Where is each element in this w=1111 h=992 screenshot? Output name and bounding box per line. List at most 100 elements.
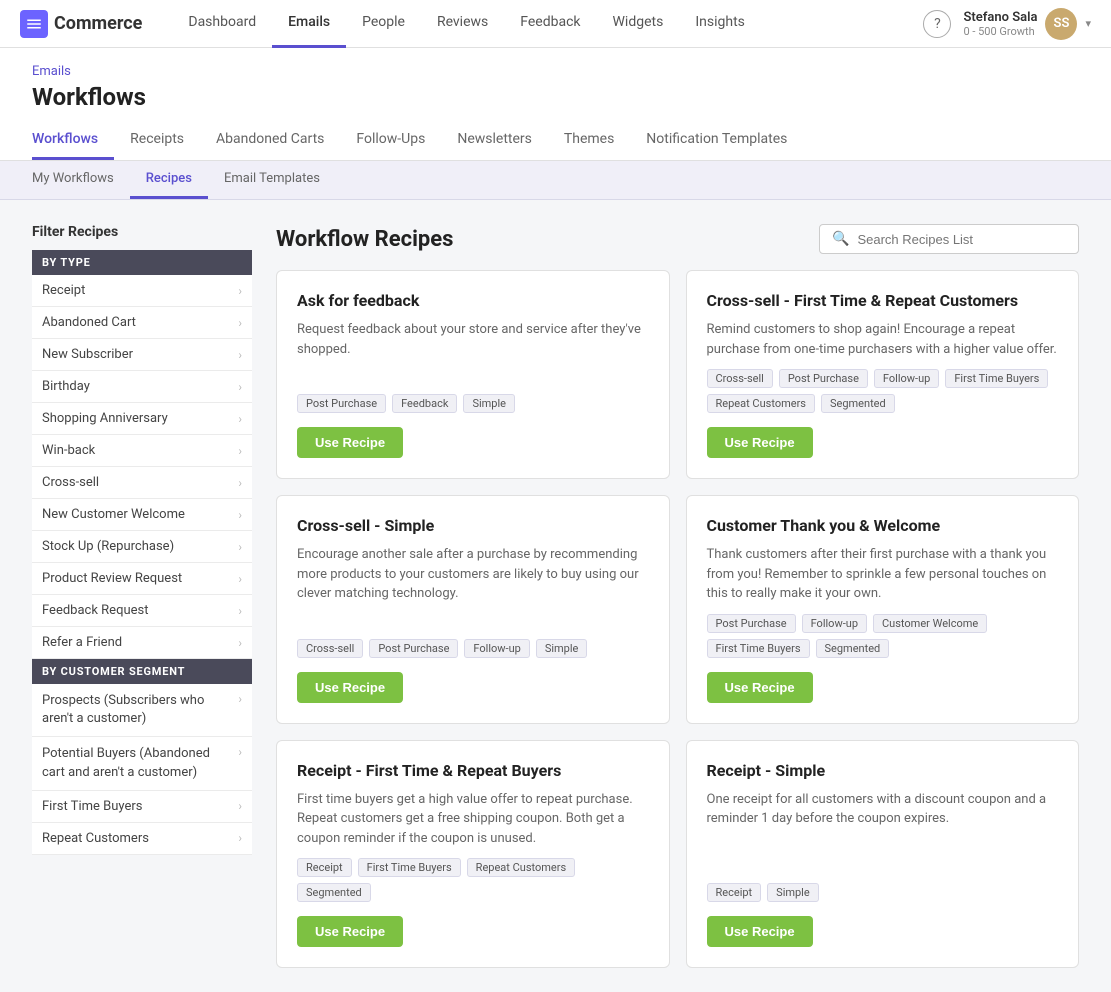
help-icon[interactable]: ? <box>923 10 951 38</box>
tabs-row: Workflows Receipts Abandoned Carts Follo… <box>32 123 1079 160</box>
tag-repeat-1: Repeat Customers <box>707 394 815 413</box>
brand-logo[interactable]: Commerce <box>20 10 142 38</box>
tag-segmented-1: Segmented <box>821 394 895 413</box>
recipe-tags-3: Post Purchase Follow-up Customer Welcome… <box>707 614 1059 658</box>
recipe-title-4: Receipt - First Time & Repeat Buyers <box>297 761 649 780</box>
subtab-recipes[interactable]: Recipes <box>130 161 208 199</box>
recipe-title-3: Customer Thank you & Welcome <box>707 516 1059 535</box>
subtab-email-templates[interactable]: Email Templates <box>208 161 336 199</box>
sub-header: Emails Workflows Workflows Receipts Aban… <box>0 48 1111 161</box>
tab-notification-templates[interactable]: Notification Templates <box>630 123 803 160</box>
filter-product-review[interactable]: Product Review Request› <box>32 563 252 595</box>
breadcrumb: Emails <box>32 64 1079 79</box>
recipe-desc-2: Encourage another sale after a purchase … <box>297 545 649 629</box>
user-info[interactable]: Stefano Sala 0 - 500 Growth SS ▾ <box>963 8 1091 40</box>
recipes-area: Workflow Recipes 🔍 Ask for feedback Requ… <box>276 224 1079 968</box>
use-recipe-button-5[interactable]: Use Recipe <box>707 916 813 947</box>
recipes-header: Workflow Recipes 🔍 <box>276 224 1079 254</box>
filter-cross-sell[interactable]: Cross-sell› <box>32 467 252 499</box>
nav-insights[interactable]: Insights <box>679 0 761 48</box>
user-plan: 0 - 500 Growth <box>963 25 1037 38</box>
filter-arrow-anniversary: › <box>238 412 242 426</box>
tag-post-purchase-3: Post Purchase <box>707 614 796 633</box>
nav-widgets[interactable]: Widgets <box>597 0 680 48</box>
filter-arrow-welcome: › <box>238 508 242 522</box>
tag-segmented-4: Segmented <box>297 883 371 902</box>
filter-arrow-prospects: › <box>238 692 242 706</box>
filter-arrow-new-sub: › <box>238 348 242 362</box>
nav-dashboard[interactable]: Dashboard <box>172 0 272 48</box>
filter-first-time-buyers[interactable]: First Time Buyers› <box>32 791 252 823</box>
nav-emails[interactable]: Emails <box>272 0 346 48</box>
filter-receipt[interactable]: Receipt› <box>32 275 252 307</box>
by-type-header: BY TYPE <box>32 250 252 275</box>
by-segment-header: BY CUSTOMER SEGMENT <box>32 659 252 684</box>
tab-themes[interactable]: Themes <box>548 123 630 160</box>
tab-newsletters[interactable]: Newsletters <box>441 123 548 160</box>
filter-repeat-customers[interactable]: Repeat Customers› <box>32 823 252 855</box>
sub-tabs: My Workflows Recipes Email Templates <box>0 161 1111 200</box>
filter-prospects[interactable]: Prospects (Subscribers who aren't a cust… <box>32 684 252 737</box>
chevron-down-icon: ▾ <box>1085 17 1091 30</box>
filter-arrow-winback: › <box>238 444 242 458</box>
tab-abandoned-carts[interactable]: Abandoned Carts <box>200 123 340 160</box>
tag-cross-sell-1: Cross-sell <box>707 369 773 388</box>
filter-arrow-receipt: › <box>238 284 242 298</box>
nav-reviews[interactable]: Reviews <box>421 0 504 48</box>
brand-name: Commerce <box>54 13 142 34</box>
nav-people[interactable]: People <box>346 0 421 48</box>
recipe-desc-3: Thank customers after their first purcha… <box>707 545 1059 604</box>
filter-title: Filter Recipes <box>32 224 252 240</box>
breadcrumb-emails[interactable]: Emails <box>32 64 71 79</box>
tag-receipt-5: Receipt <box>707 883 762 902</box>
filter-new-customer-welcome[interactable]: New Customer Welcome› <box>32 499 252 531</box>
tag-follow-up-1: Follow-up <box>874 369 939 388</box>
recipe-desc-4: First time buyers get a high value offer… <box>297 790 649 849</box>
filter-potential-buyers[interactable]: Potential Buyers (Abandoned cart and are… <box>32 737 252 790</box>
tag-simple-5: Simple <box>767 883 819 902</box>
use-recipe-button-0[interactable]: Use Recipe <box>297 427 403 458</box>
filter-birthday[interactable]: Birthday› <box>32 371 252 403</box>
filter-arrow-stock: › <box>238 540 242 554</box>
tag-feedback-0: Feedback <box>392 394 457 413</box>
main-content: Filter Recipes BY TYPE Receipt› Abandone… <box>0 200 1111 992</box>
filter-stock-up[interactable]: Stock Up (Repurchase)› <box>32 531 252 563</box>
nav-links: Dashboard Emails People Reviews Feedback… <box>172 0 923 48</box>
use-recipe-button-1[interactable]: Use Recipe <box>707 427 813 458</box>
filter-refer-friend[interactable]: Refer a Friend› <box>32 627 252 659</box>
tag-repeat-4: Repeat Customers <box>467 858 575 877</box>
filter-arrow-abandoned: › <box>238 316 242 330</box>
filter-arrow-potential: › <box>238 745 242 759</box>
filter-feedback-request[interactable]: Feedback Request› <box>32 595 252 627</box>
subtab-my-workflows[interactable]: My Workflows <box>32 161 130 199</box>
tag-post-purchase-2: Post Purchase <box>369 639 458 658</box>
filter-win-back[interactable]: Win-back› <box>32 435 252 467</box>
search-box: 🔍 <box>819 224 1079 254</box>
tab-workflows[interactable]: Workflows <box>32 123 114 160</box>
tag-follow-up-2: Follow-up <box>464 639 529 658</box>
filter-sidebar: Filter Recipes BY TYPE Receipt› Abandone… <box>32 224 252 968</box>
filter-new-subscriber[interactable]: New Subscriber› <box>32 339 252 371</box>
tag-receipt-4: Receipt <box>297 858 352 877</box>
search-icon: 🔍 <box>832 231 849 247</box>
recipe-tags-2: Cross-sell Post Purchase Follow-up Simpl… <box>297 639 649 658</box>
filter-arrow-refer: › <box>238 636 242 650</box>
filter-arrow-first: › <box>238 799 242 813</box>
recipe-title-1: Cross-sell - First Time & Repeat Custome… <box>707 291 1059 310</box>
tag-post-purchase-1: Post Purchase <box>779 369 868 388</box>
use-recipe-button-4[interactable]: Use Recipe <box>297 916 403 947</box>
use-recipe-button-2[interactable]: Use Recipe <box>297 672 403 703</box>
recipe-card-receipt-first-repeat: Receipt - First Time & Repeat Buyers Fir… <box>276 740 670 969</box>
use-recipe-button-3[interactable]: Use Recipe <box>707 672 813 703</box>
tab-follow-ups[interactable]: Follow-Ups <box>340 123 441 160</box>
nav-right: ? Stefano Sala 0 - 500 Growth SS ▾ <box>923 8 1091 40</box>
tag-follow-up-3: Follow-up <box>802 614 867 633</box>
nav-feedback[interactable]: Feedback <box>504 0 596 48</box>
filter-abandoned-cart[interactable]: Abandoned Cart› <box>32 307 252 339</box>
recipe-card-ask-feedback: Ask for feedback Request feedback about … <box>276 270 670 479</box>
recipe-desc-5: One receipt for all customers with a dis… <box>707 790 1059 874</box>
filter-shopping-anniversary[interactable]: Shopping Anniversary› <box>32 403 252 435</box>
tag-first-time-1: First Time Buyers <box>945 369 1048 388</box>
search-input[interactable] <box>857 232 1066 247</box>
tab-receipts[interactable]: Receipts <box>114 123 200 160</box>
